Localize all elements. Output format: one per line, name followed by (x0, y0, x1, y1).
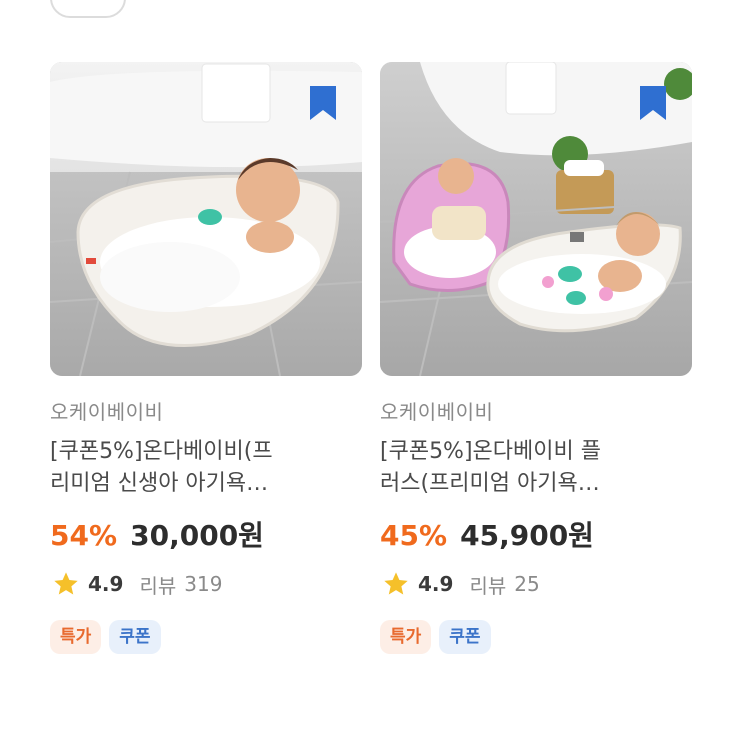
product-card[interactable]: 오케이베이비 [쿠폰5%]온다베이비 플 러스(프리미엄 아기욕… 45% 45… (380, 62, 692, 654)
product-image[interactable] (50, 62, 362, 376)
badge-list: 특가 쿠폰 (380, 620, 692, 654)
special-price-badge: 특가 (380, 620, 432, 654)
bookmark-icon[interactable] (308, 84, 338, 122)
rating-row: 4.9 리뷰 319 (50, 568, 362, 600)
price-row: 45% 45,900원 (380, 516, 692, 556)
review-count: 319 (184, 572, 223, 596)
rating-row: 4.9 리뷰 25 (380, 568, 692, 600)
sale-price: 30,000원 (130, 519, 264, 552)
discount-rate: 45% (380, 519, 448, 552)
badge-list: 특가 쿠폰 (50, 620, 362, 654)
special-price-badge: 특가 (50, 620, 102, 654)
product-title[interactable]: [쿠폰5%]온다베이비(프 리미엄 신생아 아기욕… (50, 436, 362, 500)
rating-value: 4.9 (88, 572, 124, 596)
brand-name: 오케이베이비 (50, 400, 164, 424)
product-card[interactable]: 오케이베이비 [쿠폰5%]온다베이비(프 리미엄 신생아 아기욕… 54% 30… (50, 62, 362, 654)
coupon-badge: 쿠폰 (439, 620, 491, 654)
discount-rate: 54% (50, 519, 118, 552)
bookmark-icon[interactable] (638, 84, 668, 122)
star-icon (54, 572, 78, 595)
brand-name: 오케이베이비 (380, 400, 494, 424)
sale-price: 45,900원 (460, 519, 594, 552)
product-title-line2: 리미엄 신생아 아기욕… (50, 471, 269, 496)
review-label: 리뷰 (139, 573, 177, 598)
product-title[interactable]: [쿠폰5%]온다베이비 플 러스(프리미엄 아기욕… (380, 436, 692, 500)
star-icon (384, 572, 408, 595)
price-row: 54% 30,000원 (50, 516, 362, 556)
coupon-badge: 쿠폰 (109, 620, 161, 654)
product-title-line2: 러스(프리미엄 아기욕… (380, 471, 600, 496)
review-label: 리뷰 (469, 573, 507, 598)
rating-value: 4.9 (418, 572, 454, 596)
review-count: 25 (514, 572, 540, 596)
product-image[interactable] (380, 62, 692, 376)
product-title-line1: [쿠폰5%]온다베이비(프 (50, 439, 273, 464)
top-filter-chip[interactable] (50, 0, 126, 18)
product-title-line1: [쿠폰5%]온다베이비 플 (380, 439, 601, 464)
